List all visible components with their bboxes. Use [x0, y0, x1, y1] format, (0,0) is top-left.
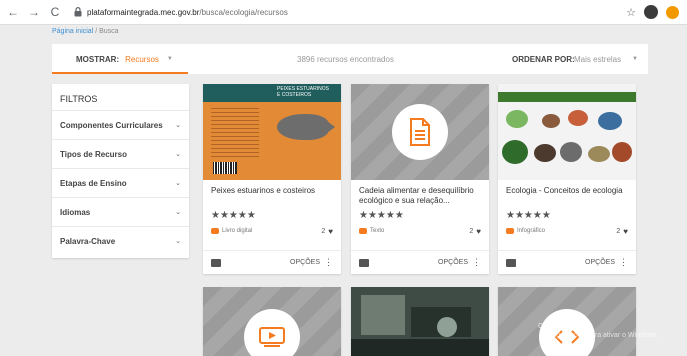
infographic-image	[542, 114, 560, 128]
active-tab-indicator	[52, 72, 188, 74]
resource-card[interactable]	[351, 287, 489, 356]
infographic-image	[560, 142, 582, 162]
infographic-image	[534, 144, 556, 162]
resource-title[interactable]: Cadeia alimentar e desequilíbrio ecológi…	[351, 180, 489, 210]
resource-thumbnail[interactable]	[498, 84, 636, 180]
text-icon	[359, 228, 367, 234]
rating-stars: ★★★★★	[506, 210, 551, 221]
options-button[interactable]: OPÇÕES ⋮	[585, 258, 628, 267]
infographic-image	[568, 110, 588, 126]
bookmark-star-icon[interactable]: ☆	[626, 6, 636, 19]
mostrar-dropdown[interactable]: Recursos	[125, 55, 159, 64]
mostrar-label: MOSTRAR:	[76, 54, 120, 64]
activation-watermark-text: Configurações para ativar o Windows.	[540, 332, 659, 339]
more-vertical-icon: ⋮	[472, 257, 481, 267]
ordenar-dropdown[interactable]: Mais estrelas	[574, 55, 621, 64]
infographic-image	[598, 112, 622, 130]
likes-count[interactable]: 2 ♥	[616, 227, 628, 236]
activation-watermark-title: o Windows	[538, 320, 583, 330]
filter-label: Idiomas	[60, 207, 91, 217]
browser-toolbar: ← → C plataformaintegrada.mec.gov.br/bus…	[0, 0, 687, 25]
infographic-header	[498, 92, 636, 102]
avatar[interactable]	[644, 5, 658, 19]
infographic-image	[502, 140, 528, 164]
extension-icon[interactable]	[666, 5, 679, 19]
resource-thumbnail[interactable]	[351, 84, 489, 180]
filter-etapas-de-ensino[interactable]: Etapas de Ensino ⌄	[52, 168, 189, 197]
lock-icon	[73, 6, 83, 18]
chevron-down-icon: ⌄	[175, 122, 181, 129]
resource-title[interactable]: Ecologia - Conceitos de ecologia	[498, 180, 636, 210]
likes-count[interactable]: 2 ♥	[321, 227, 333, 236]
resource-card[interactable]: Ecologia - Conceitos de ecologia ★★★★★ I…	[498, 84, 636, 274]
filter-tipos-de-recurso[interactable]: Tipos de Recurso ⌄	[52, 139, 189, 168]
more-vertical-icon: ⋮	[619, 257, 628, 267]
resource-type: Texto	[359, 228, 384, 234]
heart-icon[interactable]: ♥	[328, 227, 333, 236]
options-button[interactable]: OPÇÕES ⋮	[290, 258, 333, 267]
options-button[interactable]: OPÇÕES ⋮	[438, 258, 481, 267]
rating-stars: ★★★★★	[359, 210, 404, 221]
video-play-icon	[244, 309, 300, 356]
back-arrow-icon[interactable]: ←	[5, 4, 21, 20]
book-cover-title: PEIXES ESTUARINOS E COSTEIROS	[277, 86, 329, 98]
filter-palavra-chave[interactable]: Palavra-Chave ⌄	[52, 226, 189, 255]
chevron-down-icon: ⌄	[175, 180, 181, 187]
book-icon	[211, 228, 219, 234]
fish-tail	[323, 118, 335, 136]
lab-photo	[351, 287, 489, 356]
resource-thumbnail[interactable]	[351, 287, 489, 356]
breadcrumb-current: Busca	[99, 28, 119, 35]
infographic-icon	[506, 228, 514, 234]
resource-type: Infográfico	[506, 228, 545, 234]
document-icon	[392, 104, 448, 160]
filter-label: Tipos de Recurso	[60, 149, 127, 159]
url-domain: plataformaintegrada.mec.gov.br	[87, 7, 200, 17]
filter-idiomas[interactable]: Idiomas ⌄	[52, 197, 189, 226]
more-vertical-icon: ⋮	[324, 257, 333, 267]
add-to-collection-icon[interactable]	[506, 258, 516, 267]
breadcrumb-separator: /	[95, 28, 98, 35]
infographic-image	[612, 142, 632, 162]
reload-icon[interactable]: C	[47, 4, 63, 20]
barcode	[213, 162, 237, 174]
likes-count[interactable]: 2 ♥	[469, 227, 481, 236]
filter-label: Etapas de Ensino	[60, 178, 127, 188]
filter-componentes-curriculares[interactable]: Componentes Curriculares ⌄	[52, 110, 189, 139]
chevron-down-icon: ⌄	[175, 238, 181, 245]
filter-label: Palavra-Chave	[60, 236, 116, 246]
breadcrumb: Página inicial / Busca	[52, 28, 119, 35]
heart-icon[interactable]: ♥	[476, 227, 481, 236]
results-count: 3896 recursos encontrados	[297, 54, 394, 64]
chevron-down-icon: ⌄	[175, 151, 181, 158]
breadcrumb-home-link[interactable]: Página inicial	[52, 28, 93, 35]
results-toolbar: MOSTRAR: Recursos ▼ 3896 recursos encont…	[52, 44, 648, 74]
resource-thumbnail[interactable]: PEIXES ESTUARINOS E COSTEIROS	[203, 84, 341, 180]
heart-icon[interactable]: ♥	[623, 227, 628, 236]
add-to-collection-icon[interactable]	[359, 258, 369, 267]
fish-illustration	[277, 114, 329, 140]
filters-title: FILTROS	[60, 94, 98, 104]
resource-card[interactable]: Cadeia alimentar e desequilíbrio ecológi…	[351, 84, 489, 274]
chevron-down-icon[interactable]: ▼	[632, 56, 638, 62]
address-bar[interactable]: plataformaintegrada.mec.gov.br/busca/eco…	[87, 8, 288, 17]
resource-card[interactable]: PEIXES ESTUARINOS E COSTEIROS Peixes est…	[203, 84, 341, 274]
filter-label: Componentes Curriculares	[60, 120, 163, 130]
chevron-down-icon: ⌄	[175, 209, 181, 216]
ordenar-label: ORDENAR POR:	[512, 54, 575, 64]
resource-card[interactable]	[203, 287, 341, 356]
add-to-collection-icon[interactable]	[211, 258, 221, 267]
chevron-down-icon[interactable]: ▼	[167, 56, 173, 62]
infographic-image	[588, 146, 610, 162]
resource-thumbnail[interactable]	[203, 287, 341, 356]
rating-stars: ★★★★★	[211, 210, 256, 221]
url-path: /busca/ecologia/recursos	[199, 7, 288, 17]
forward-arrow-icon[interactable]: →	[26, 4, 42, 20]
resource-title[interactable]: Peixes estuarinos e costeiros	[203, 180, 341, 210]
infographic-image	[506, 110, 528, 128]
filters-panel: FILTROS Componentes Curriculares ⌄ Tipos…	[52, 84, 189, 258]
book-cover-text	[211, 108, 259, 158]
resource-type: Livro digital	[211, 228, 252, 234]
